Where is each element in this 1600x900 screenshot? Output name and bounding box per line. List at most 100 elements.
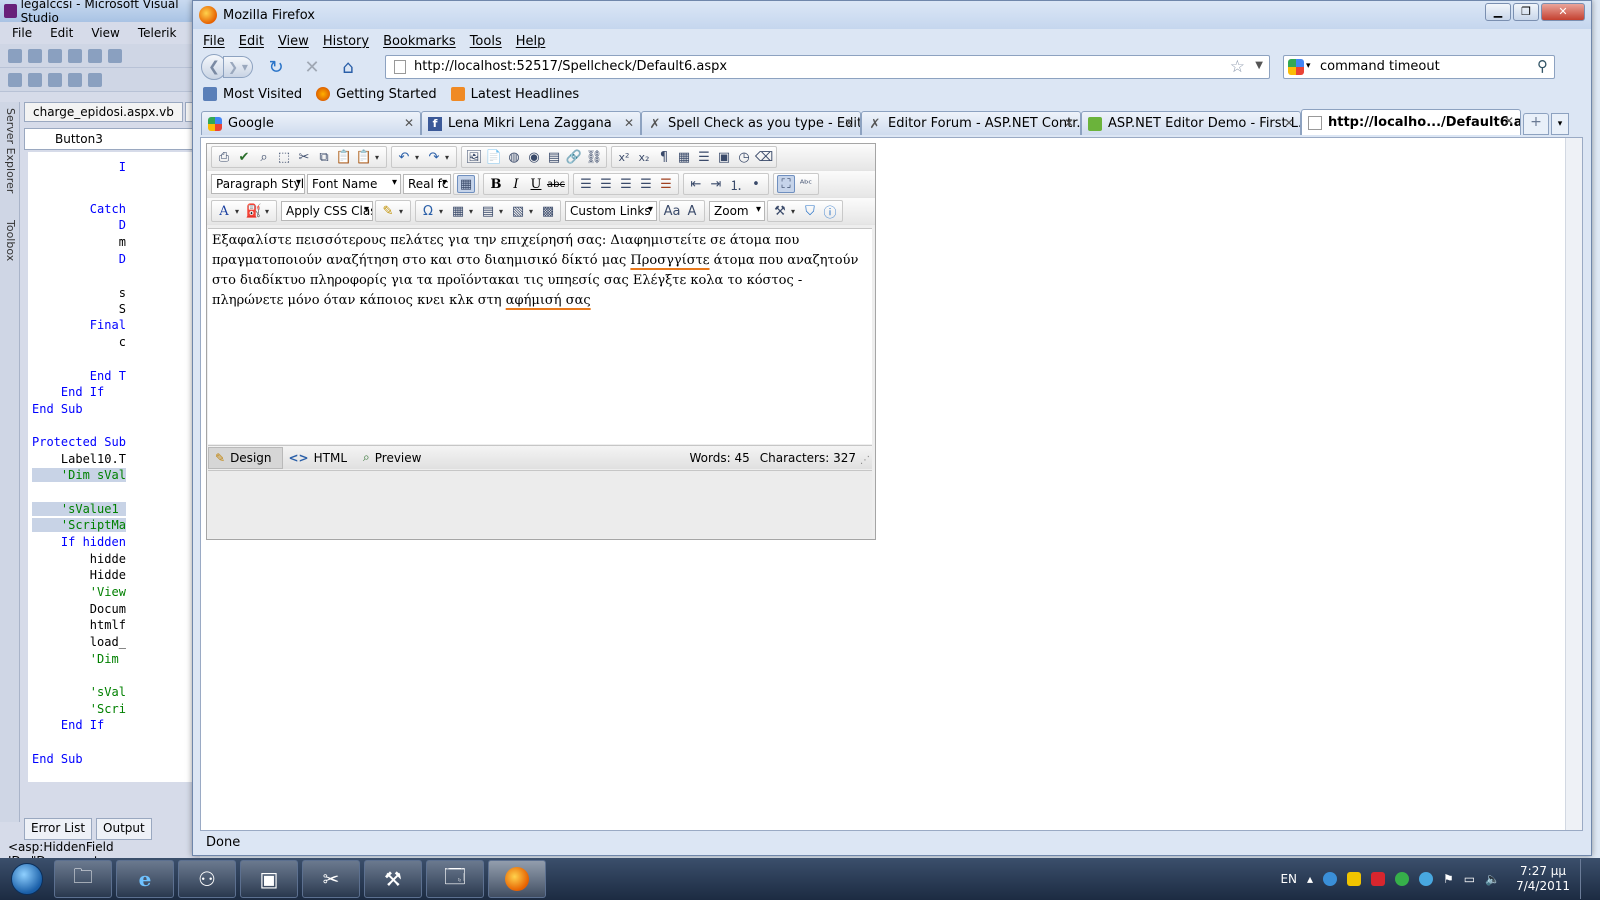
ajax-spellcheck-icon[interactable]: ᴬᵇᶜ [797, 175, 815, 193]
align-right-icon[interactable]: ☰ [617, 175, 635, 193]
vs-doc-tab[interactable]: charge_epidosi.aspx.vb [24, 102, 183, 122]
resize-grip-icon[interactable]: ⋰ [860, 455, 870, 466]
document-manager-icon[interactable]: 📄 [485, 148, 503, 166]
menu-file[interactable]: File [203, 34, 225, 49]
tab-default6[interactable]: http://localho.../Default6.aspx ✕ [1301, 109, 1521, 135]
tab-editor-demo[interactable]: ASP.NET Editor Demo - First L... ✕ [1081, 111, 1301, 135]
indent-icon[interactable]: ⇥ [707, 175, 725, 193]
page-scrollbar[interactable] [1565, 138, 1582, 830]
warning-icon[interactable] [1347, 872, 1362, 886]
insert-table-icon[interactable]: ▦ [449, 202, 467, 220]
save-all-icon[interactable] [88, 48, 102, 63]
remove-alignment-icon[interactable]: ☰ [657, 175, 675, 193]
vs-code-editor[interactable]: I Catch D m D s S Final c End T End If En… [28, 152, 200, 782]
menu-tools[interactable]: Tools [470, 34, 502, 49]
font-name-dropdown[interactable]: Font Name [307, 174, 401, 194]
bookmark-getting-started[interactable]: Getting Started [316, 87, 437, 102]
menu-edit[interactable]: Edit [239, 34, 264, 49]
save-icon[interactable] [68, 48, 82, 63]
preview-mode-button[interactable]: ⌕ Preview [357, 447, 431, 469]
taskbar-explorer[interactable]: 🗀 [54, 860, 112, 898]
zoom-dropdown[interactable]: Zoom [709, 201, 765, 221]
outdent-icon[interactable]: ⇤ [687, 175, 705, 193]
select-all-icon[interactable]: ⬚ [275, 148, 293, 166]
format-stripper-icon[interactable]: ⌫ [755, 148, 773, 166]
insert-symbol-icon[interactable]: Ω [419, 202, 437, 220]
insert-form-icon[interactable]: ▣ [715, 148, 733, 166]
outdent-icon[interactable] [48, 72, 62, 87]
flash-manager-icon[interactable]: ◍ [505, 148, 523, 166]
tab-spellcheck[interactable]: ✗ Spell Check as you type - Edito... ✕ [641, 111, 861, 135]
url-dropdown-icon[interactable]: ▼ [1255, 60, 1263, 71]
cut-icon[interactable]: ✂ [295, 148, 313, 166]
search-bar[interactable]: ▾ command timeout ⚲ [1283, 55, 1555, 79]
format-sets-dropdown-icon[interactable]: ▾ [399, 207, 407, 216]
new-tab-button[interactable]: + [1523, 113, 1549, 135]
home-icon[interactable]: ⌂ [335, 57, 361, 78]
back-color-icon[interactable]: ⛽ [245, 202, 263, 220]
design-mode-button[interactable]: ✎ Design [208, 446, 283, 469]
image-map-icon[interactable]: ▧ [509, 202, 527, 220]
open-icon[interactable] [48, 48, 62, 63]
strikethrough-icon[interactable]: abc [547, 175, 565, 193]
redo-dropdown-icon[interactable]: ▾ [445, 153, 453, 162]
insert-snippet-icon[interactable]: ▦ [675, 148, 693, 166]
output-tab[interactable]: Output [96, 818, 152, 840]
language-indicator[interactable]: EN [1280, 872, 1297, 886]
search-engine-dropdown-icon[interactable]: ▾ [1306, 61, 1311, 71]
tools-dropdown-icon[interactable]: ▾ [791, 207, 799, 216]
menu-help[interactable]: Help [516, 34, 546, 49]
list-all-tabs-button[interactable]: ▾ [1551, 113, 1569, 135]
close-tab-icon[interactable]: ✕ [1064, 116, 1074, 130]
remove-link-icon[interactable]: ⛓ [585, 148, 603, 166]
bookmark-latest-headlines[interactable]: Latest Headlines [450, 87, 579, 102]
taskbar-firefox[interactable] [488, 860, 546, 898]
paragraph-icon[interactable]: ¶ [655, 148, 673, 166]
paragraph-dropdown-icon[interactable]: ▾ [499, 207, 507, 216]
paragraph-align-icon[interactable]: ▤ [479, 202, 497, 220]
cut-icon[interactable] [108, 48, 122, 63]
close-tab-icon[interactable]: ✕ [404, 116, 414, 130]
custom-links-dropdown[interactable]: Custom Links [565, 201, 657, 221]
misspelled-word[interactable]: Προσγγίστε [630, 253, 709, 268]
media-manager-icon[interactable]: ◉ [525, 148, 543, 166]
menu-bookmarks[interactable]: Bookmarks [383, 34, 456, 49]
volume-icon[interactable]: 🔈 [1485, 872, 1500, 886]
comment-icon[interactable] [68, 72, 82, 87]
reload-icon[interactable]: ↻ [263, 57, 289, 78]
bookmark-most-visited[interactable]: Most Visited [203, 87, 302, 102]
taskbar-app-7[interactable]: 🗔 [426, 860, 484, 898]
messenger-icon[interactable] [1419, 872, 1434, 886]
paste-icon[interactable]: 📋 [335, 148, 353, 166]
align-center-icon[interactable]: ☰ [597, 175, 615, 193]
network-icon[interactable] [1323, 872, 1338, 886]
table-dropdown-icon[interactable]: ▾ [469, 207, 477, 216]
security-icon[interactable] [1371, 872, 1386, 886]
show-desktop-button[interactable] [1580, 859, 1592, 899]
close-button[interactable]: ✕ [1541, 3, 1585, 21]
track-changes-icon[interactable]: ⛉ [801, 202, 819, 220]
indent-icon[interactable] [28, 72, 42, 87]
display-icon[interactable]: ▭ [1464, 872, 1475, 886]
bold-icon[interactable]: B [487, 175, 505, 193]
superscript-icon[interactable]: x² [615, 148, 633, 166]
redo-icon[interactable]: ↷ [425, 148, 443, 166]
image-manager-icon[interactable]: 🖼 [465, 148, 483, 166]
print-icon[interactable]: ⎙ [215, 148, 233, 166]
update-icon[interactable] [1395, 872, 1410, 886]
vs-menu-telerik[interactable]: Telerik [138, 26, 177, 40]
spellcheck-icon[interactable]: ✔ [235, 148, 253, 166]
back-color-dropdown-icon[interactable]: ▾ [265, 207, 273, 216]
horizontal-rule-icon[interactable]: ☰ [695, 148, 713, 166]
minimize-button[interactable]: ▁ [1485, 3, 1511, 21]
url-bar[interactable]: http://localhost:52517/Spellcheck/Defaul… [385, 55, 1270, 79]
taskbar-app-3[interactable]: ⚇ [178, 860, 236, 898]
about-dialog-icon[interactable]: ⓘ [821, 202, 839, 221]
clock[interactable]: 7:27 μμ 7/4/2011 [1516, 864, 1570, 894]
close-tab-icon[interactable]: ✕ [1504, 114, 1514, 128]
flag-icon[interactable]: ⚑ [1443, 872, 1454, 886]
convert-lower-icon[interactable]: Aа [663, 202, 681, 220]
paragraph-style-dropdown[interactable]: Paragraph Style [211, 174, 305, 194]
html-mode-button[interactable]: <> HTML [283, 447, 358, 469]
subscript-icon[interactable]: x₂ [635, 148, 653, 166]
